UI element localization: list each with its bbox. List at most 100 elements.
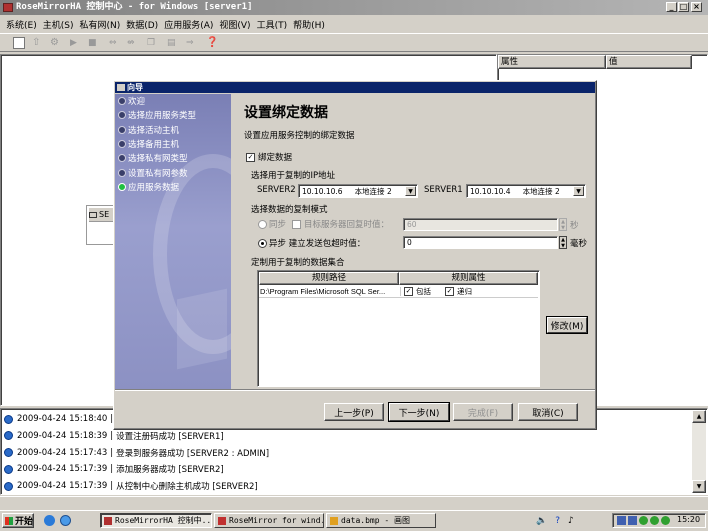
sync-spinner[interactable]: ▲ ▼: [559, 218, 567, 231]
volume-icon[interactable]: 🔈: [536, 516, 547, 526]
log-scrollbar[interactable]: ▲ ▼: [692, 410, 706, 493]
wizard-heading: 设置绑定数据: [244, 105, 328, 121]
finish-button[interactable]: 完成(F): [453, 403, 513, 421]
sidebar-item-label: 设置私有网参数: [128, 168, 188, 179]
menu-app-service[interactable]: 应用服务(A): [164, 18, 213, 31]
log-message: 登录到服务器成功 [SERVER2 : ADMIN]: [116, 448, 270, 459]
sidebar-item-label: 选择应用服务类型: [128, 111, 197, 122]
async-spinner[interactable]: ▲ ▼: [559, 236, 567, 249]
menu-tools[interactable]: 工具(T): [257, 18, 288, 31]
wizard-title: 向导: [127, 83, 143, 92]
menu-help[interactable]: 帮助(H): [293, 18, 325, 31]
menu-host[interactable]: 主机(S): [43, 18, 74, 31]
info-icon: [4, 448, 13, 458]
log-message: 添加服务器成功 [SERVER2]: [116, 465, 224, 476]
log-time: 2009-04-24 15:17:39: [17, 481, 108, 492]
play-icon[interactable]: ▶: [70, 37, 82, 49]
app-icon: [3, 3, 13, 12]
menu-view[interactable]: 视图(V): [219, 18, 250, 31]
settings-icon[interactable]: ⚙: [50, 37, 62, 49]
menu-private-net[interactable]: 私有网(N): [79, 18, 120, 31]
app-icon: [218, 516, 226, 525]
log-row[interactable]: 2009-04-24 15:18:40 | 设: [4, 411, 125, 427]
table-row[interactable]: D:\Program Files\Microsoft SQL Ser... ✓ 包…: [259, 286, 538, 298]
info-icon: [4, 431, 13, 441]
step-icon: [118, 139, 126, 148]
minimize-button[interactable]: _: [666, 2, 677, 12]
sync-timeout-input[interactable]: 60: [403, 218, 558, 231]
wizard-title-bar[interactable]: 向导: [115, 82, 595, 93]
async-radio[interactable]: 异步 建立发送包超时值：: [258, 237, 365, 249]
step-icon: [118, 168, 126, 177]
log-time: 2009-04-24 15:17:39: [17, 464, 108, 475]
log-row[interactable]: 2009-04-24 15:17:39 | 从控制中心删除主机成功 [SERVE…: [4, 478, 258, 494]
sync-icon[interactable]: [650, 516, 659, 525]
start-button[interactable]: 开始: [2, 513, 34, 528]
tray-misc-icons: 🔈 ? ♪: [536, 514, 596, 527]
task-rosemirror-windows[interactable]: RoseMirror for wind...: [214, 513, 324, 528]
scroll-down-button[interactable]: ▼: [692, 480, 706, 493]
recursive-checkbox[interactable]: ✓ 递归: [445, 286, 472, 297]
window-title: RoseMirrorHA 控制中心 - for Windows [server1…: [16, 2, 253, 12]
up-icon[interactable]: ⇧: [32, 37, 44, 49]
server2-ip-select[interactable]: 10.10.10.6 本地连接 2 ▼: [298, 184, 418, 198]
table-header-attr[interactable]: 规则属性: [399, 272, 538, 285]
scroll-up-button[interactable]: ▲: [692, 410, 706, 423]
cancel-button[interactable]: 取消(C): [518, 403, 578, 421]
prev-button[interactable]: 上一步(P): [324, 403, 384, 421]
sidebar-item-label: 应用服务数据: [128, 182, 180, 193]
target-lost-checkbox[interactable]: 目标服务器回复时值：: [292, 218, 389, 230]
bind-data-checkbox[interactable]: ✓ 绑定数据: [246, 151, 292, 163]
unlink-icon[interactable]: ⇎: [127, 37, 139, 49]
props-header-value[interactable]: 值: [606, 55, 692, 69]
security-icon[interactable]: [639, 516, 648, 525]
quicklaunch-desktop-icon[interactable]: [60, 515, 71, 526]
step-icon: [118, 182, 126, 191]
menu-data[interactable]: 数据(D): [126, 18, 158, 31]
status-icon[interactable]: [661, 516, 670, 525]
network-icon[interactable]: [617, 516, 626, 525]
export-icon[interactable]: ⇒: [186, 37, 198, 49]
mode-section-label: 选择数据的复制模式: [251, 205, 328, 215]
new-icon[interactable]: [13, 37, 25, 49]
maximize-button[interactable]: □: [678, 2, 689, 12]
log-row[interactable]: 2009-04-24 15:18:39 | 设置注册码成功 [SERVER1]: [4, 428, 224, 444]
server1-ip-select[interactable]: 10.10.10.4 本地连接 2 ▼: [466, 184, 586, 198]
sidebar-item-label: 选择私有网类型: [128, 154, 188, 165]
props-header-attr[interactable]: 属性: [498, 55, 606, 69]
async-timeout-input[interactable]: 0: [403, 236, 558, 249]
sidebar-item: 设置私有网参数: [118, 167, 188, 179]
help-icon[interactable]: ❓: [206, 37, 218, 49]
help-icon[interactable]: ?: [555, 516, 560, 526]
clock[interactable]: 15:20: [677, 515, 700, 524]
table-header-path[interactable]: 规则路径: [259, 272, 399, 285]
link-icon[interactable]: ⇔: [109, 37, 121, 49]
sync-radio[interactable]: 同步: [258, 218, 286, 230]
sidebar-watermark-figure: [177, 288, 227, 370]
step-icon: [118, 97, 126, 105]
quicklaunch-ie-icon[interactable]: [44, 515, 55, 526]
task-paint[interactable]: data.bmp - 画图: [326, 513, 436, 528]
log-time: 2009-04-24 15:18:40: [17, 414, 108, 424]
system-tray: 15:20: [612, 513, 706, 528]
chevron-down-icon[interactable]: ▼: [573, 186, 584, 196]
include-checkbox[interactable]: ✓ 包括: [404, 286, 431, 297]
window-title-bar: RoseMirrorHA 控制中心 - for Windows [server1…: [0, 0, 708, 15]
network2-icon[interactable]: [628, 516, 637, 525]
copy-icon[interactable]: ❐: [147, 37, 159, 49]
async-unit: 毫秒: [570, 239, 588, 249]
report-icon[interactable]: ▤: [167, 37, 179, 49]
step-icon: [118, 154, 126, 163]
server-node[interactable]: SE: [86, 205, 116, 245]
sync-unit: 秒: [570, 221, 579, 231]
input-method-icon[interactable]: ♪: [568, 516, 574, 526]
next-button[interactable]: 下一步(N): [389, 403, 449, 421]
log-row[interactable]: 2009-04-24 15:17:43 | 登录到服务器成功 [SERVER2 …: [4, 445, 269, 461]
close-button[interactable]: ×: [691, 2, 702, 12]
stop-icon[interactable]: ■: [88, 37, 100, 49]
log-row[interactable]: 2009-04-24 15:17:39 | 添加服务器成功 [SERVER2]: [4, 461, 224, 477]
chevron-down-icon[interactable]: ▼: [405, 186, 416, 196]
modify-button[interactable]: 修改(M): [547, 317, 587, 333]
menu-system[interactable]: 系统(E): [6, 18, 37, 31]
task-rosemirror-console[interactable]: RoseMirrorHA 控制中...: [100, 513, 212, 528]
